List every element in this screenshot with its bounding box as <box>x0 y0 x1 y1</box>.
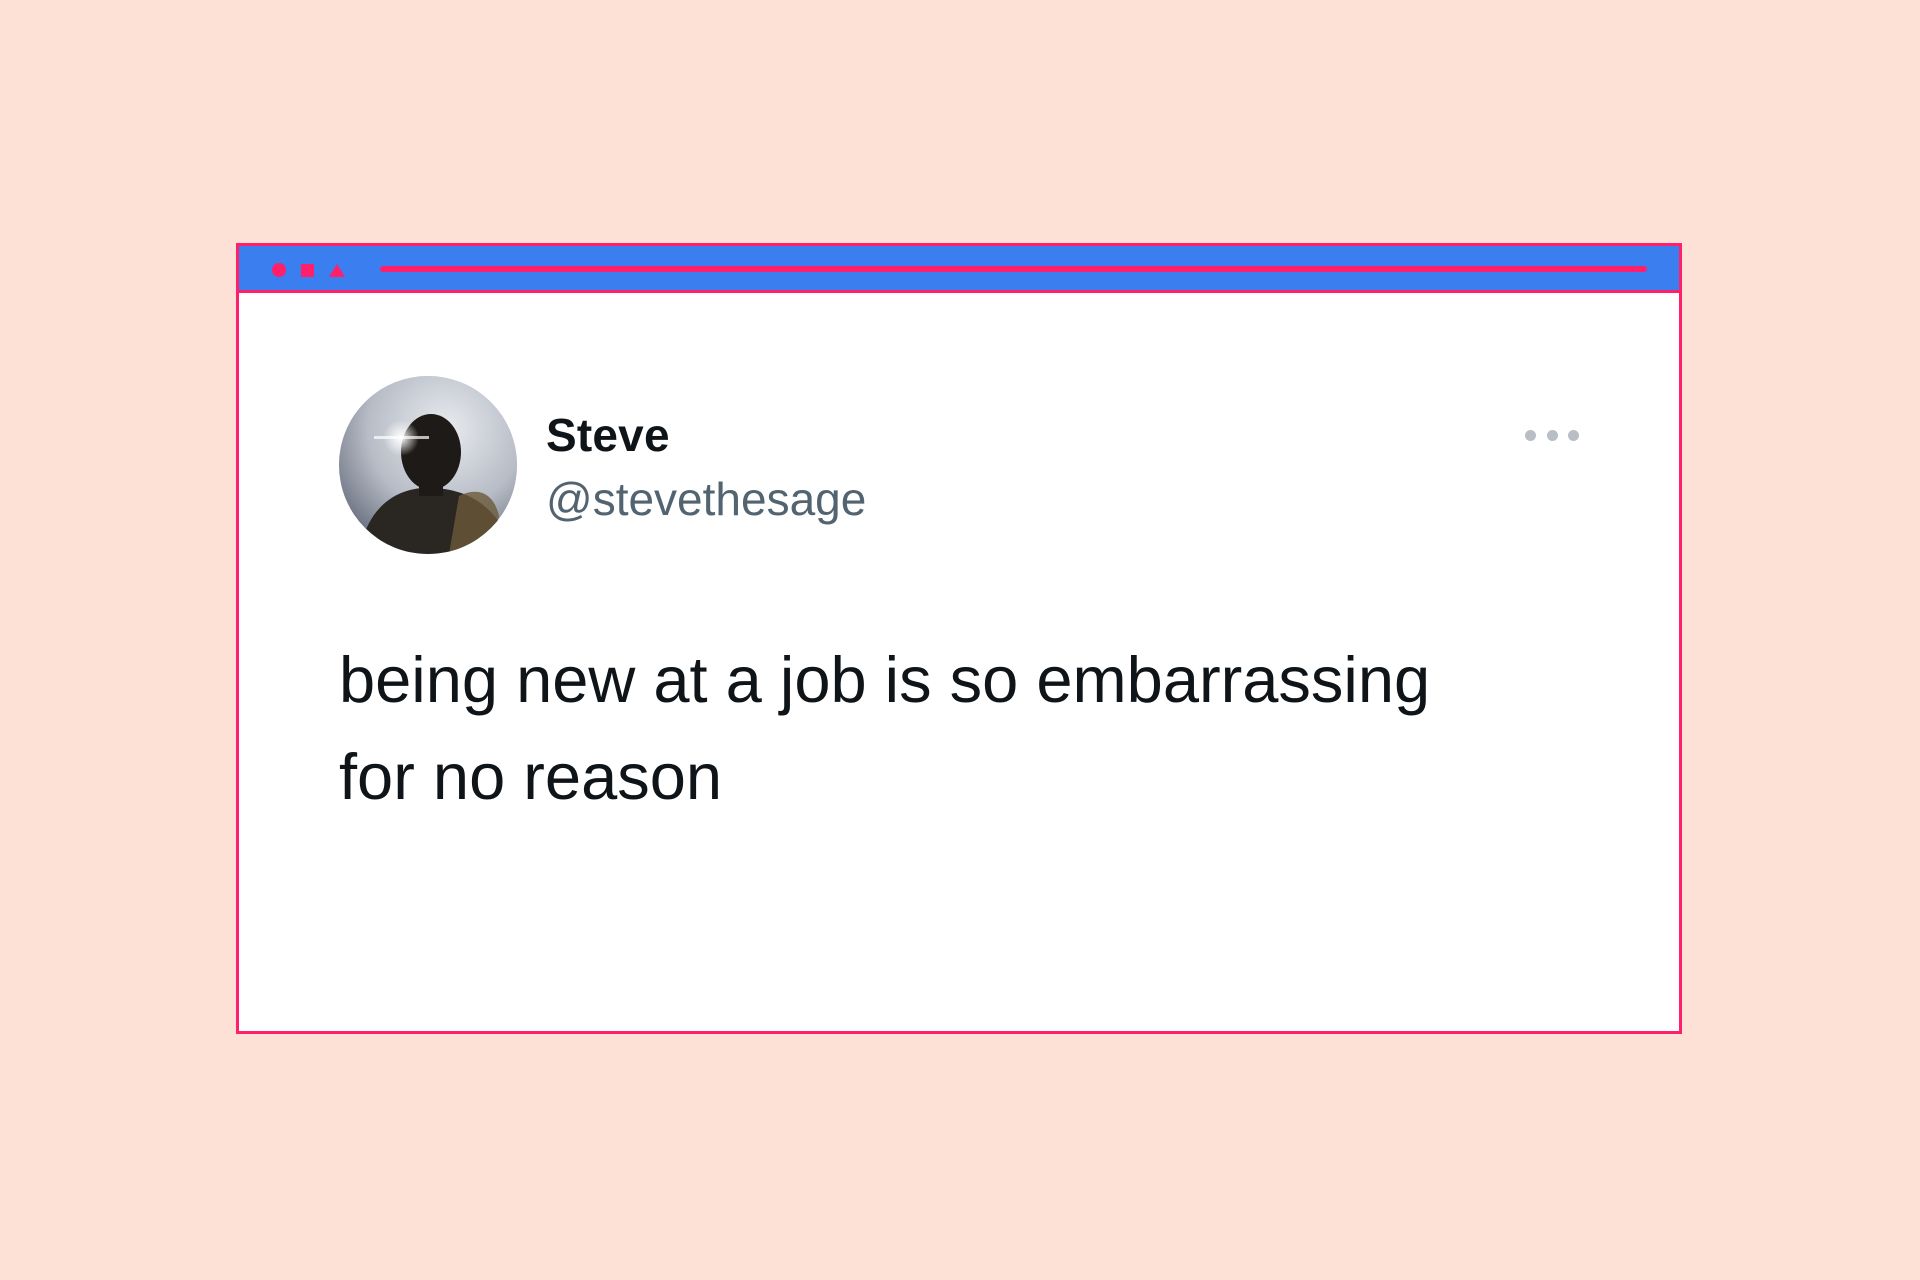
tweet-text: being new at a job is so embarrassing fo… <box>339 643 1431 813</box>
address-bar[interactable] <box>380 266 1647 272</box>
more-options-icon[interactable] <box>1525 426 1579 444</box>
triangle-icon[interactable] <box>329 264 345 277</box>
dot-icon <box>1568 429 1579 441</box>
browser-window: Steve @stevethesage being new at a job i… <box>236 243 1682 1034</box>
author-name[interactable]: Steve <box>546 408 670 462</box>
circle-icon[interactable] <box>272 263 286 277</box>
profile-photo-icon <box>339 376 517 554</box>
square-icon[interactable] <box>301 264 314 277</box>
dot-icon <box>1546 429 1558 441</box>
avatar[interactable] <box>339 376 517 554</box>
author-handle[interactable]: @stevethesage <box>546 472 866 526</box>
window-titlebar <box>239 246 1679 293</box>
dot-icon <box>1525 429 1536 441</box>
